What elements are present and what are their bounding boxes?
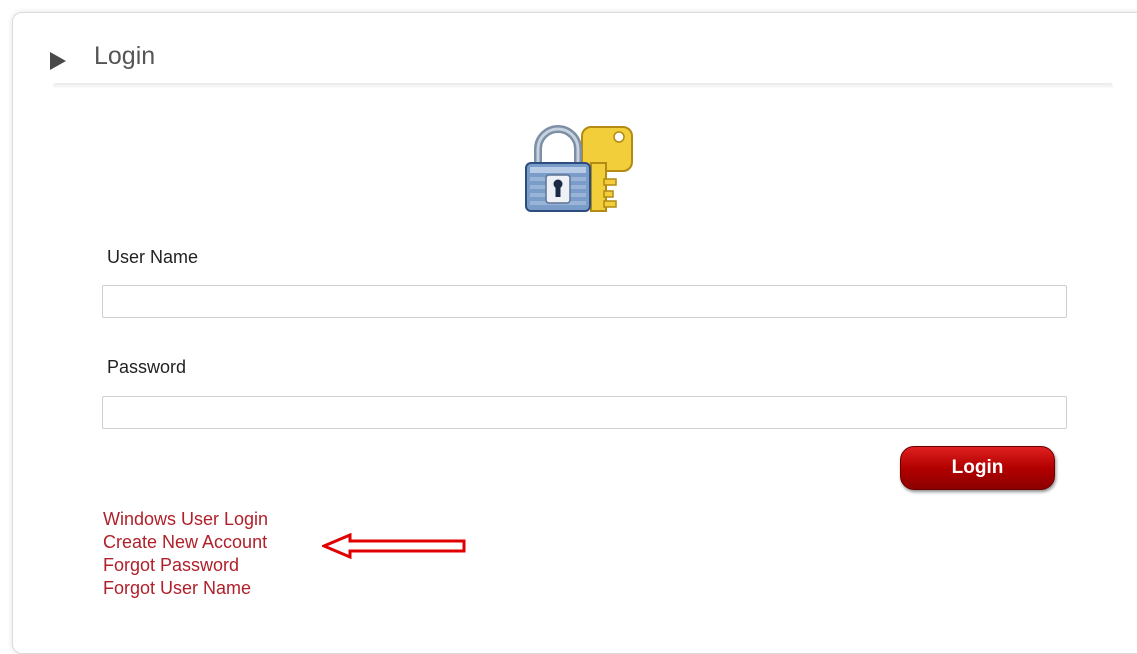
- forgot-password-link[interactable]: Forgot Password: [103, 554, 268, 577]
- password-label: Password: [107, 357, 187, 377]
- panel-header: Login: [13, 13, 1113, 75]
- forgot-user-name-link[interactable]: Forgot User Name: [103, 577, 268, 600]
- lock-and-key-icon: [525, 125, 633, 212]
- account-links: Windows User Login Create New Account Fo…: [103, 508, 268, 600]
- page-title: Login: [94, 42, 156, 70]
- windows-user-login-link[interactable]: Windows User Login: [103, 508, 268, 531]
- username-label: User Name: [107, 247, 199, 267]
- password-input[interactable]: [102, 396, 1067, 429]
- login-button[interactable]: Login: [900, 446, 1055, 490]
- red-arrow-icon: [322, 533, 466, 559]
- username-input[interactable]: [102, 285, 1067, 318]
- header-divider: [53, 83, 1113, 89]
- triangle-right-icon: [50, 52, 66, 70]
- create-new-account-link[interactable]: Create New Account: [103, 531, 268, 554]
